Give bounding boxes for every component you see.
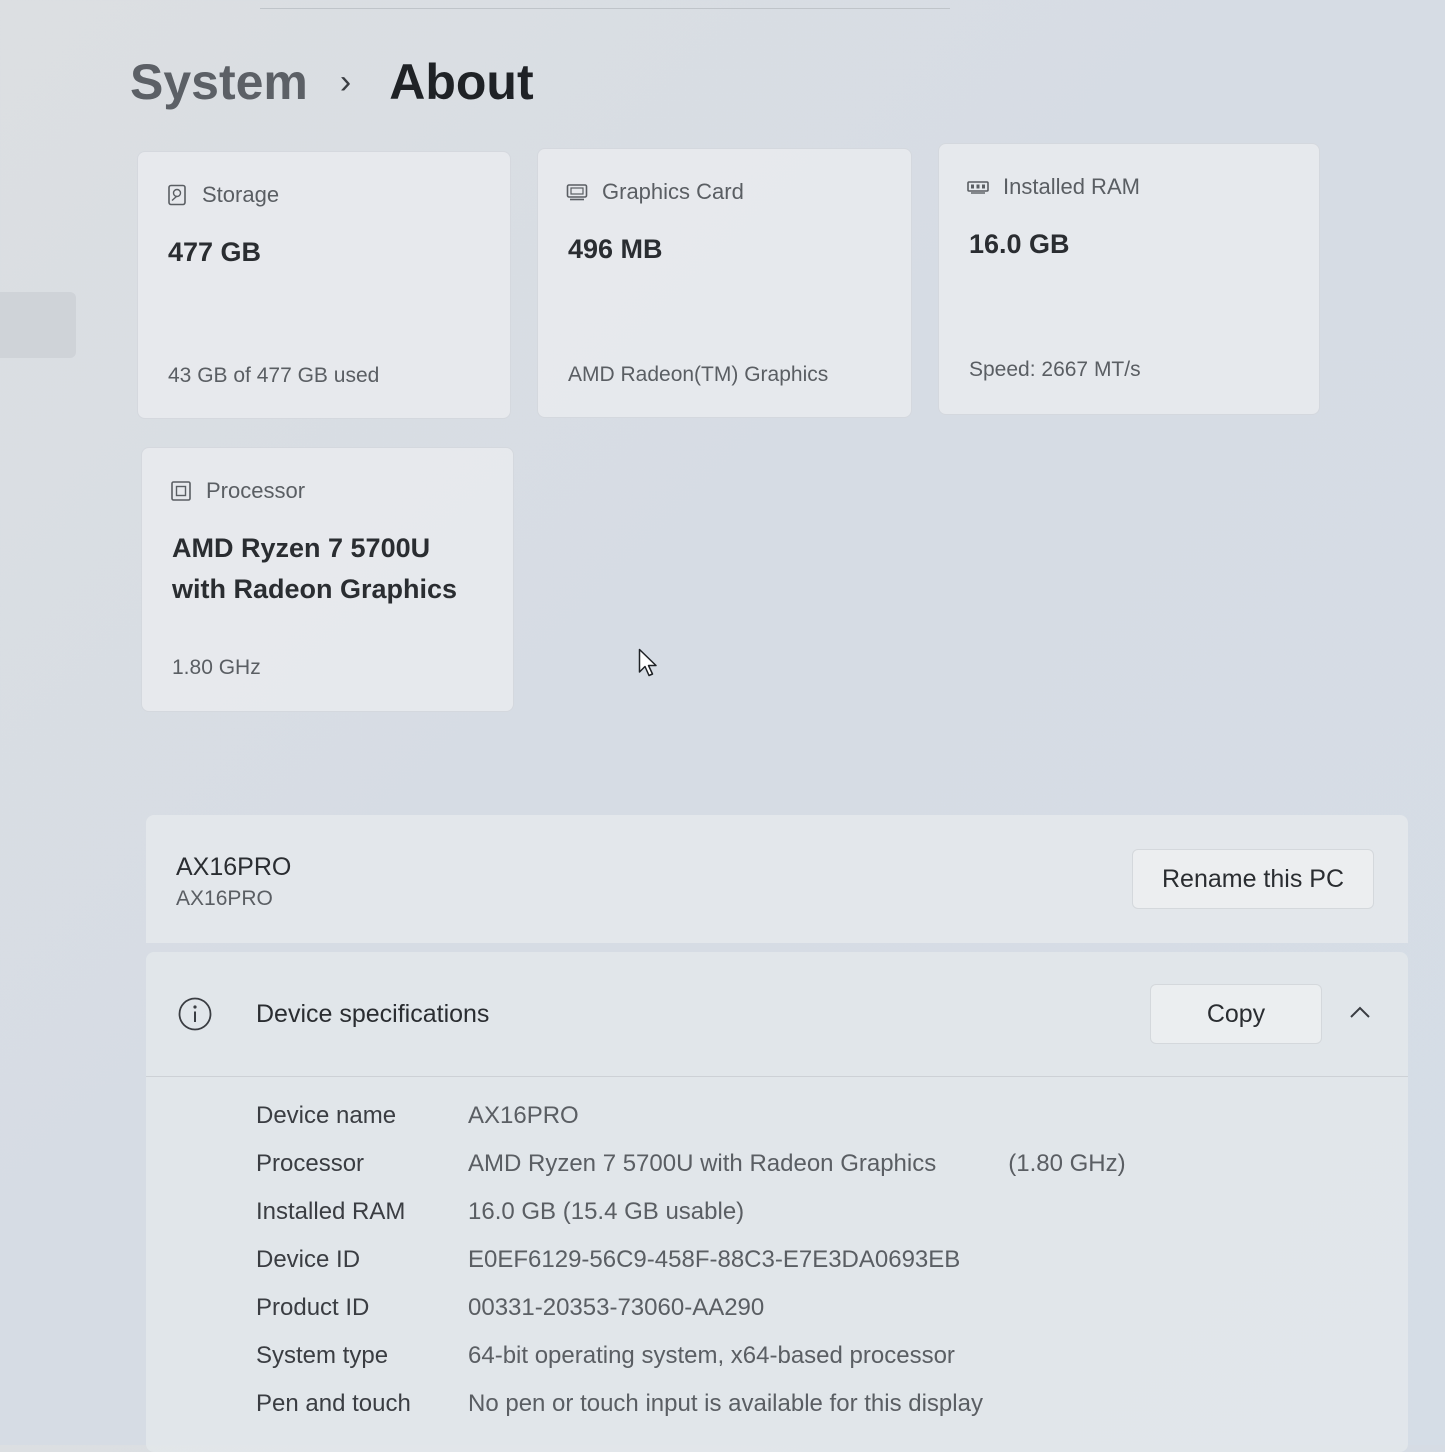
spec-row-product-id: Product ID 00331-20353-73060-AA290 [256, 1284, 1126, 1332]
installed-ram-value: 16.0 GB [969, 229, 1070, 259]
copy-button[interactable]: Copy [1150, 984, 1322, 1044]
page-title: About [389, 54, 534, 110]
ram-speed: Speed: 2667 MT/s [969, 358, 1141, 381]
processor-value: AMD Ryzen 7 5700U with Radeon Graphics [172, 528, 457, 610]
chevron-up-icon[interactable] [1346, 1000, 1374, 1024]
spec-value: No pen or touch input is available for t… [468, 1390, 983, 1417]
spec-value: E0EF6129-56C9-458F-88C3-E7E3DA0693EB [468, 1246, 961, 1273]
device-specifications-table: Device name AX16PRO Processor AMD Ryzen … [256, 1092, 1126, 1428]
storage-card-title: Storage [166, 182, 279, 208]
device-specifications-header[interactable]: Device specifications Copy [146, 952, 1408, 1077]
processor-icon [171, 481, 191, 501]
installed-ram-title: Installed RAM [967, 174, 1140, 200]
spec-value: 16.0 GB (15.4 GB usable) [468, 1198, 745, 1225]
processor-value-line2: with Radeon Graphics [172, 574, 458, 604]
spec-row-installed-ram: Installed RAM 16.0 GB (15.4 GB usable) [256, 1188, 1126, 1236]
spec-label: Device name [256, 1102, 397, 1129]
top-divider [260, 8, 950, 9]
pc-name-panel: AX16PRO AX16PRO Rename this PC [146, 815, 1408, 943]
installed-ram-label: Installed RAM [1003, 174, 1140, 199]
storage-value: 477 GB [168, 237, 262, 267]
spec-row-system-type: System type 64-bit operating system, x64… [256, 1332, 1126, 1380]
spec-label: Device ID [256, 1246, 361, 1273]
device-specifications-title: Device specifications [256, 1000, 490, 1028]
processor-speed: 1.80 GHz [172, 656, 261, 679]
spec-value: 64-bit operating system, x64-based proce… [468, 1342, 955, 1369]
spec-label: Product ID [256, 1294, 370, 1321]
breadcrumb-chevron-icon: › [339, 62, 352, 101]
spec-label: Processor [256, 1150, 365, 1177]
graphics-card-icon [566, 184, 588, 201]
spec-value: 00331-20353-73060-AA290 [468, 1294, 765, 1321]
spec-value: AMD Ryzen 7 5700U with Radeon Graphics [468, 1150, 937, 1177]
breadcrumb-system[interactable]: System [130, 53, 308, 111]
processor-label: Processor [206, 478, 306, 503]
processor-card-title: Processor [170, 478, 305, 504]
spec-row-processor: Processor AMD Ryzen 7 5700U with Radeon … [256, 1140, 1126, 1188]
storage-usage: 43 GB of 477 GB used [168, 364, 380, 387]
rename-pc-button[interactable]: Rename this PC [1132, 849, 1374, 909]
graphics-card-label: Graphics Card [602, 179, 744, 204]
mouse-cursor-icon [638, 648, 657, 677]
storage-card[interactable]: Storage 477 GB 43 GB of 477 GB used [137, 151, 511, 419]
graphics-card-model: AMD Radeon(TM) Graphics [568, 363, 829, 386]
spec-row-device-name: Device name AX16PRO [256, 1092, 1126, 1140]
graphics-card-title: Graphics Card [566, 179, 744, 205]
device-specifications-panel: Device specifications Copy Device name A… [146, 952, 1408, 1452]
spec-value: AX16PRO [468, 1102, 579, 1129]
sidebar-selected-item[interactable] [0, 292, 76, 358]
spec-label: Pen and touch [256, 1390, 411, 1417]
spec-row-device-id: Device ID E0EF6129-56C9-458F-88C3-E7E3DA… [256, 1236, 1126, 1284]
spec-label: Installed RAM [256, 1198, 406, 1225]
spec-row-pen-and-touch: Pen and touch No pen or touch input is a… [256, 1380, 1126, 1428]
storage-icon [168, 184, 186, 206]
graphics-card-value: 496 MB [568, 234, 663, 264]
processor-card[interactable]: Processor AMD Ryzen 7 5700U with Radeon … [141, 447, 514, 712]
info-icon [178, 997, 212, 1031]
breadcrumb: System › About [130, 50, 534, 114]
spec-label: System type [256, 1342, 389, 1369]
graphics-card-card[interactable]: Graphics Card 496 MB AMD Radeon(TM) Grap… [537, 148, 912, 418]
pc-name: AX16PRO [176, 853, 292, 881]
spec-value-extra: (1.80 GHz) [1008, 1150, 1126, 1177]
installed-ram-card[interactable]: Installed RAM 16.0 GB Speed: 2667 MT/s [938, 143, 1320, 415]
storage-label: Storage [202, 182, 280, 207]
ram-icon [967, 181, 989, 194]
pc-name-subtitle: AX16PRO [176, 887, 273, 910]
processor-value-line1: AMD Ryzen 7 5700U [172, 533, 431, 563]
